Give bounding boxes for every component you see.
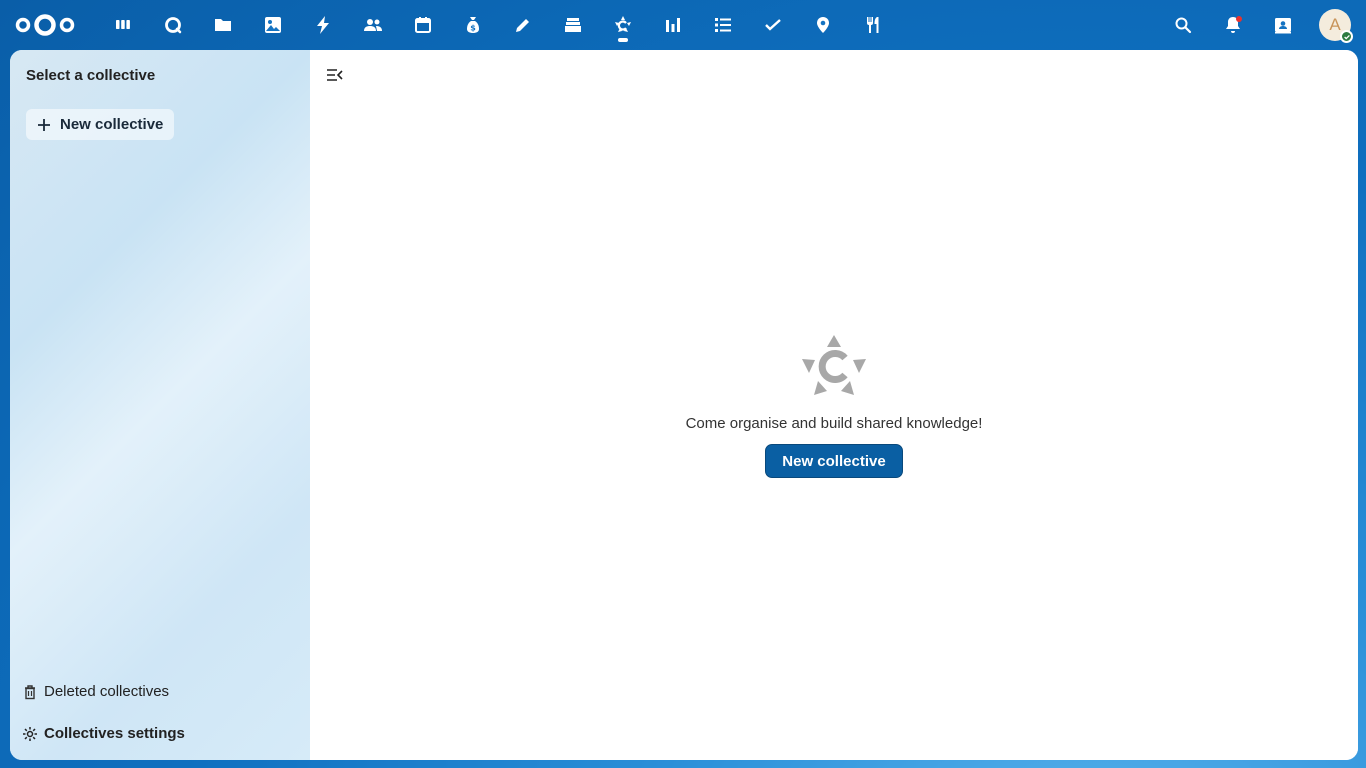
- nextcloud-logo[interactable]: [14, 12, 76, 38]
- app-menu: $: [98, 0, 898, 50]
- deleted-collectives-label: Deleted collectives: [44, 683, 170, 700]
- gear-icon: [23, 726, 37, 741]
- check-icon: [765, 19, 781, 31]
- app-notes[interactable]: [498, 0, 548, 50]
- app-activity[interactable]: [298, 0, 348, 50]
- app-tasks[interactable]: [698, 0, 748, 50]
- app-content: Select a collective New collective Delet…: [10, 50, 1358, 760]
- app-cookbook[interactable]: [848, 0, 898, 50]
- deleted-collectives-link[interactable]: Deleted collectives: [22, 683, 169, 700]
- contacts-book-icon: [1275, 18, 1291, 34]
- deck-icon: [565, 18, 581, 32]
- navigation-toggle-icon[interactable]: [326, 67, 344, 83]
- notifications-button[interactable]: [1208, 0, 1258, 50]
- sidebar-title: Select a collective: [26, 67, 156, 84]
- calendar-icon: [415, 17, 431, 33]
- empty-message: Come organise and build shared knowledge…: [685, 415, 983, 432]
- avatar[interactable]: A: [1319, 9, 1353, 43]
- money-bag-icon: $: [467, 17, 479, 33]
- unified-search-button[interactable]: [1158, 0, 1208, 50]
- pencil-icon: [516, 19, 529, 32]
- app-deck[interactable]: [548, 0, 598, 50]
- new-collective-sidebar-label: New collective: [60, 116, 164, 133]
- app-files[interactable]: [198, 0, 248, 50]
- app-maps[interactable]: [798, 0, 848, 50]
- notification-dot: [1236, 16, 1242, 22]
- search-icon: [1175, 17, 1192, 34]
- svg-text:$: $: [470, 24, 476, 33]
- talk-icon: [165, 17, 182, 34]
- files-icon: [215, 19, 231, 31]
- chart-icon: [666, 18, 680, 32]
- collectives-icon: [615, 16, 631, 32]
- top-header: $ A: [0, 0, 1366, 50]
- app-cospend[interactable]: $: [448, 0, 498, 50]
- avatar-initial: A: [1329, 15, 1341, 34]
- new-collective-button[interactable]: New collective: [765, 444, 903, 478]
- app-talk[interactable]: [148, 0, 198, 50]
- app-calendar[interactable]: [398, 0, 448, 50]
- app-contacts[interactable]: [348, 0, 398, 50]
- app-dashboard[interactable]: [98, 0, 148, 50]
- app-analytics[interactable]: [648, 0, 698, 50]
- list-icon: [715, 18, 731, 32]
- contacts-icon: [364, 19, 382, 31]
- empty-content: Come organise and build shared knowledge…: [310, 333, 1358, 478]
- collectives-settings-label: Collectives settings: [44, 725, 185, 742]
- plus-icon: [38, 118, 50, 131]
- header-right: A: [1158, 0, 1366, 50]
- activity-icon: [317, 16, 329, 34]
- trash-icon: [25, 684, 35, 699]
- app-photos[interactable]: [248, 0, 298, 50]
- main-content: Come organise and build shared knowledge…: [310, 50, 1358, 760]
- fork-knife-icon: [867, 17, 879, 33]
- photos-icon: [265, 17, 281, 33]
- user-menu[interactable]: A: [1308, 0, 1362, 50]
- location-pin-icon: [817, 17, 829, 33]
- app-checks[interactable]: [748, 0, 798, 50]
- contacts-menu-button[interactable]: [1258, 0, 1308, 50]
- dashboard-icon: [116, 20, 130, 29]
- collectives-logo-icon: [802, 335, 866, 395]
- online-status-icon: [1340, 30, 1353, 43]
- app-collectives[interactable]: [598, 0, 648, 50]
- new-collective-sidebar-button[interactable]: New collective: [26, 109, 175, 140]
- collectives-settings-button[interactable]: Collectives settings: [22, 725, 185, 742]
- app-navigation: Select a collective New collective Delet…: [10, 50, 310, 760]
